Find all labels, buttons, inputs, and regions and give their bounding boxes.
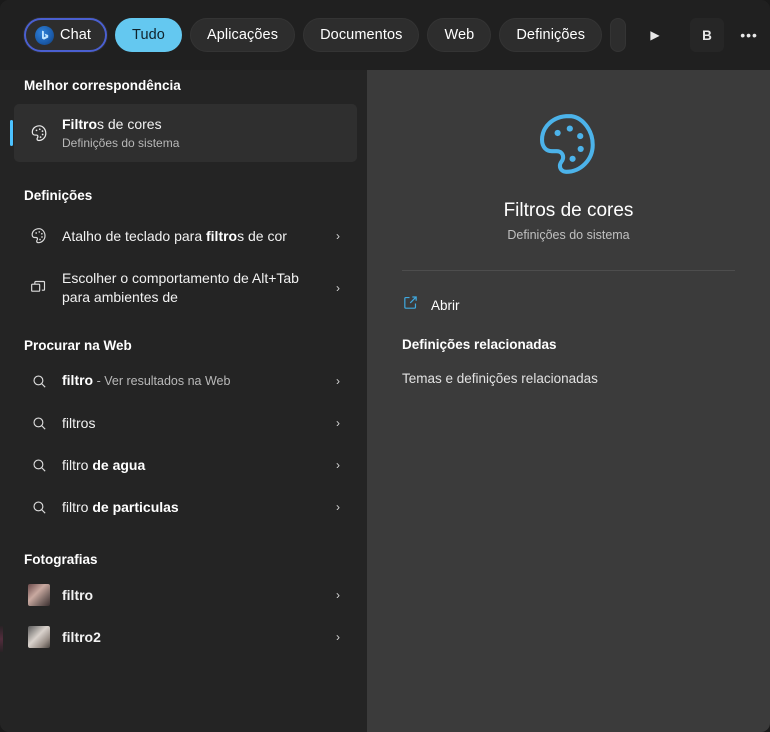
group-heading-web: Procurar na Web bbox=[24, 337, 132, 353]
tab-chat[interactable]: Chat bbox=[24, 18, 108, 52]
result-label: Escolher o comportamento de Alt+Tab para… bbox=[62, 270, 299, 305]
tab-pessoas-label: Pessoa bbox=[625, 27, 626, 43]
tab-definicoes-label: Definições bbox=[516, 27, 586, 43]
result-web-suggestion[interactable]: filtros › bbox=[14, 402, 357, 444]
color-palette-icon bbox=[24, 123, 54, 144]
tab-pessoas[interactable]: Pessoa bbox=[610, 18, 627, 52]
result-label: filtro bbox=[62, 586, 94, 603]
chevron-right-icon: › bbox=[336, 374, 340, 388]
preview-title: Filtros de cores bbox=[503, 200, 634, 221]
bing-chat-icon bbox=[35, 25, 54, 45]
tab-overflow-next-icon[interactable]: ▶ bbox=[638, 18, 672, 52]
result-query: filtro bbox=[62, 372, 94, 388]
related-settings-link[interactable]: Temas e definições relacionadas bbox=[367, 371, 770, 386]
open-action[interactable]: Abrir bbox=[367, 283, 770, 327]
result-label-post: s de cor bbox=[237, 227, 287, 244]
chevron-right-icon: › bbox=[336, 588, 340, 602]
chevron-right-icon: › bbox=[336, 630, 340, 644]
preview-header: Filtros de cores Definições do sistema bbox=[367, 70, 770, 242]
group-heading-definicoes: Definições bbox=[24, 187, 93, 203]
chevron-right-icon: › bbox=[336, 229, 340, 243]
tab-overflow-arrow-glyph: ▶ bbox=[650, 28, 660, 42]
result-query: filtro bbox=[62, 456, 89, 473]
tab-documentos-label: Documentos bbox=[320, 27, 403, 43]
tab-aplicacoes-label: Aplicações bbox=[206, 27, 279, 43]
preview-subtitle: Definições do sistema bbox=[507, 228, 630, 242]
search-results-body: Melhor correspondência Filtros de cores bbox=[0, 70, 770, 732]
result-settings-shortcut[interactable]: Atalho de teclado para filtros de cor › bbox=[14, 210, 357, 262]
related-settings-heading: Definições relacionadas bbox=[402, 337, 557, 352]
result-best-match[interactable]: Filtros de cores Definições do sistema bbox=[10, 104, 357, 162]
tab-definicoes[interactable]: Definições bbox=[499, 18, 603, 52]
preview-pane: Filtros de cores Definições do sistema A… bbox=[367, 70, 770, 732]
tab-tudo-label: Tudo bbox=[132, 27, 165, 43]
chevron-right-icon: › bbox=[336, 458, 340, 472]
search-filter-tabbar: Chat Tudo Aplicações Documentos Web Defi… bbox=[0, 0, 770, 70]
photo-thumbnail-image bbox=[28, 626, 50, 648]
ellipsis-icon: ••• bbox=[740, 27, 758, 43]
search-icon bbox=[24, 457, 54, 474]
result-web-suggestion[interactable]: filtro de particulas › bbox=[14, 486, 357, 528]
tab-tudo[interactable]: Tudo bbox=[115, 18, 182, 52]
color-palette-icon bbox=[539, 114, 595, 174]
result-subtitle: Definições do sistema bbox=[62, 135, 180, 150]
result-label-pre: Atalho de teclado para bbox=[62, 227, 206, 244]
results-list-pane: Melhor correspondência Filtros de cores bbox=[0, 70, 367, 732]
result-label: filtro2 bbox=[62, 628, 101, 645]
tab-web[interactable]: Web bbox=[427, 18, 492, 52]
preview-divider bbox=[402, 270, 735, 271]
result-title-bold: Filtro bbox=[62, 115, 97, 132]
search-icon bbox=[24, 415, 54, 432]
result-suffix: - Ver resultados na Web bbox=[93, 374, 231, 388]
photo-thumbnail bbox=[24, 584, 54, 606]
search-flyout-window: Chat Tudo Aplicações Documentos Web Defi… bbox=[0, 0, 770, 732]
chevron-right-icon: › bbox=[336, 416, 340, 430]
result-label-match: filtro bbox=[206, 227, 238, 244]
chevron-right-icon: › bbox=[336, 281, 340, 295]
result-title-rest: s de cores bbox=[97, 115, 162, 132]
chevron-right-icon: › bbox=[336, 500, 340, 514]
result-title: Filtros de cores bbox=[62, 115, 349, 134]
open-label: Abrir bbox=[431, 297, 460, 313]
background-artifact bbox=[0, 626, 3, 652]
photo-thumbnail-image bbox=[28, 584, 50, 606]
result-photo[interactable]: filtro2 › bbox=[14, 616, 357, 658]
result-label: filtro - Ver resultados na Web bbox=[54, 371, 327, 391]
tab-web-label: Web bbox=[444, 27, 475, 43]
result-web-suggestion[interactable]: filtro de agua › bbox=[14, 444, 357, 486]
result-label: filtros bbox=[54, 414, 327, 433]
group-heading-fotografias: Fotografias bbox=[24, 551, 98, 567]
photo-thumbnail bbox=[24, 626, 54, 648]
search-icon bbox=[24, 499, 54, 516]
result-label: filtro de particulas bbox=[54, 498, 327, 517]
tab-aplicacoes[interactable]: Aplicações bbox=[189, 18, 296, 52]
bing-rewards-label: B bbox=[702, 27, 712, 43]
tab-chat-label: Chat bbox=[60, 27, 92, 43]
color-palette-icon bbox=[24, 226, 54, 246]
search-icon bbox=[24, 373, 54, 390]
more-options-button[interactable]: ••• bbox=[732, 18, 766, 52]
group-heading-best-match: Melhor correspondência bbox=[24, 77, 181, 93]
external-link-icon bbox=[402, 294, 419, 316]
result-settings-alttab[interactable]: Escolher o comportamento de Alt+Tab para… bbox=[14, 262, 357, 314]
tab-documentos[interactable]: Documentos bbox=[303, 18, 420, 52]
result-photo[interactable]: filtro › bbox=[14, 574, 357, 616]
selection-accent-bar bbox=[10, 120, 13, 146]
result-text-block: Filtros de cores Definições do sistema bbox=[54, 115, 349, 152]
result-label: Atalho de teclado para filtros de cor bbox=[54, 227, 327, 246]
result-suffix: de particulas bbox=[88, 498, 179, 515]
bing-rewards-button[interactable]: B bbox=[690, 18, 725, 52]
task-view-icon bbox=[24, 278, 54, 298]
result-web-suggestion[interactable]: filtro - Ver resultados na Web › bbox=[14, 360, 357, 402]
result-query: filtro bbox=[62, 498, 89, 515]
result-label: filtro de agua bbox=[54, 456, 327, 475]
result-suffix: de agua bbox=[88, 456, 146, 473]
result-query: filtros bbox=[62, 414, 96, 431]
